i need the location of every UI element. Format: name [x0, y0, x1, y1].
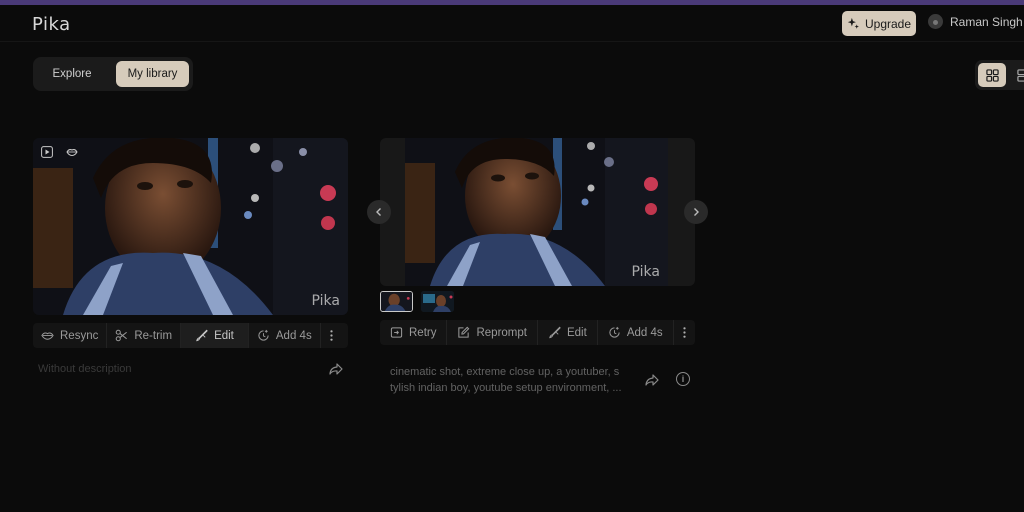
edit-button[interactable]: Edit	[181, 323, 249, 348]
upgrade-label: Upgrade	[864, 16, 912, 31]
share-icon[interactable]	[644, 372, 660, 388]
sparkle-icon	[847, 17, 859, 29]
prompt-line-1: cinematic shot, extreme close up, a yout…	[390, 366, 620, 378]
user-menu[interactable]: Raman Singh	[928, 14, 1023, 29]
reprompt-label: Reprompt	[476, 326, 527, 339]
brush-icon	[196, 329, 208, 342]
variant-thumbnail-2[interactable]	[421, 291, 454, 312]
resync-label: Resync	[60, 329, 99, 342]
top-bar: Pika Upgrade Raman Singh	[0, 5, 1024, 42]
watermark: Pika	[311, 293, 340, 309]
share-icon[interactable]	[328, 361, 344, 377]
list-icon	[1016, 68, 1024, 82]
view-toggle	[975, 60, 1024, 90]
add-4s-button[interactable]: Add 4s	[598, 320, 674, 345]
tab-my-library[interactable]: My library	[116, 61, 189, 87]
reprompt-button[interactable]: Reprompt	[447, 320, 538, 345]
brush-icon	[549, 326, 561, 339]
tab-explore[interactable]: Explore	[39, 61, 105, 87]
card-2-actions: Retry Reprompt Edit Add 4s	[380, 320, 695, 345]
prompt-description: cinematic shot, extreme close up, a yout…	[390, 364, 622, 396]
video-thumbnail[interactable]: Pika	[33, 138, 348, 315]
avatar	[928, 14, 943, 29]
re-trim-button[interactable]: Re-trim	[107, 323, 182, 348]
user-name: Raman Singh	[950, 14, 1023, 29]
lip-sync-icon	[41, 332, 54, 340]
next-variant-button[interactable]	[684, 200, 708, 224]
pencil-square-icon	[458, 326, 470, 338]
timer-plus-icon	[258, 329, 269, 341]
more-options-button[interactable]	[674, 320, 695, 345]
edit-label: Edit	[214, 329, 234, 342]
re-trim-label: Re-trim	[134, 329, 173, 342]
chevron-right-icon	[694, 208, 699, 216]
prev-variant-button[interactable]	[367, 200, 391, 224]
edit-button[interactable]: Edit	[538, 320, 598, 345]
prompt-line-2: tylish indian boy, youtube setup environ…	[390, 382, 622, 394]
chevron-left-icon	[376, 208, 381, 216]
grid-icon	[985, 68, 999, 82]
retry-icon	[390, 327, 403, 338]
lip-sync-icon	[66, 149, 78, 157]
video-thumbnail[interactable]: Pika	[405, 138, 668, 286]
scissors-icon	[116, 329, 128, 342]
add-4s-label: Add 4s	[626, 326, 663, 339]
add-4s-button[interactable]: Add 4s	[249, 323, 321, 348]
more-vertical-icon	[683, 327, 686, 338]
variant-thumbnail-1[interactable]	[380, 291, 413, 312]
card-1-actions: Resync Re-trim Edit Add 4s	[33, 323, 348, 348]
info-icon[interactable]: i	[676, 372, 690, 386]
more-vertical-icon	[330, 330, 333, 341]
description-placeholder[interactable]: Without description	[38, 363, 132, 375]
upgrade-button[interactable]: Upgrade	[842, 11, 916, 36]
library-tabs: Explore My library	[33, 57, 193, 91]
add-4s-label: Add 4s	[275, 329, 312, 342]
list-view-button[interactable]	[1009, 63, 1024, 87]
watermark: Pika	[631, 264, 660, 280]
pika-logo[interactable]: Pika	[32, 14, 71, 35]
edit-label: Edit	[566, 326, 587, 339]
grid-view-button[interactable]	[978, 63, 1006, 87]
resync-button[interactable]: Resync	[33, 323, 108, 348]
retry-label: Retry	[409, 326, 437, 339]
video-play-icon	[41, 146, 53, 158]
more-options-button[interactable]	[321, 323, 343, 348]
timer-plus-icon	[609, 326, 620, 338]
retry-button[interactable]: Retry	[380, 320, 448, 345]
